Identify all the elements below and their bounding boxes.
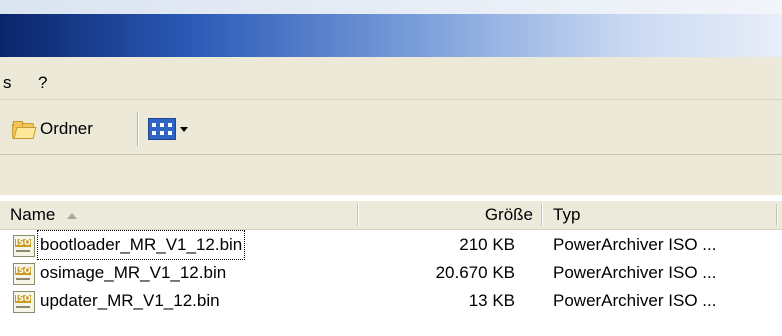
iso-file-icon: ISO [13, 235, 35, 257]
address-bar-area [0, 155, 782, 195]
file-name: osimage_MR_V1_12.bin [40, 263, 227, 282]
column-name-header[interactable]: Name [10, 201, 78, 229]
window-top-strip [0, 0, 782, 14]
file-type: PowerArchiver ISO ... [553, 263, 717, 282]
folder-icon [12, 120, 37, 139]
sort-ascending-icon [67, 212, 78, 219]
column-name-label: Name [10, 205, 56, 224]
file-name: bootloader_MR_V1_12.bin [36, 230, 246, 260]
file-type: PowerArchiver ISO ... [553, 291, 717, 310]
chevron-down-icon[interactable] [180, 126, 188, 132]
file-size: 210 KB [459, 235, 515, 254]
folders-button[interactable]: Ordner [12, 114, 93, 144]
menu-bar: s ? [0, 57, 782, 100]
file-row[interactable]: ISO bootloader_MR_V1_12.bin 210 KB Power… [0, 230, 782, 260]
toolbar [0, 100, 782, 155]
file-size: 13 KB [468, 291, 515, 310]
file-row[interactable]: ISO osimage_MR_V1_12.bin 20.670 KB Power… [0, 259, 782, 287]
views-icon [148, 118, 176, 140]
column-divider[interactable] [541, 204, 543, 226]
menu-item-s[interactable]: s [3, 73, 12, 93]
column-size-header[interactable]: Größe [485, 201, 533, 229]
column-header: Name Größe Typ [0, 201, 782, 230]
iso-file-icon: ISO [13, 263, 35, 285]
toolbar-separator [137, 112, 139, 146]
file-name: updater_MR_V1_12.bin [40, 291, 220, 310]
folders-button-label: Ordner [40, 119, 93, 138]
file-type: PowerArchiver ISO ... [553, 235, 717, 254]
iso-file-icon: ISO [13, 291, 35, 313]
file-row[interactable]: ISO updater_MR_V1_12.bin 13 KB PowerArch… [0, 287, 782, 315]
menu-item-help[interactable]: ? [38, 73, 47, 93]
column-divider[interactable] [357, 204, 359, 226]
file-size: 20.670 KB [435, 263, 515, 282]
column-type-header[interactable]: Typ [553, 201, 580, 229]
title-bar [0, 0, 782, 57]
column-divider[interactable] [776, 204, 778, 226]
views-button[interactable] [148, 114, 202, 144]
